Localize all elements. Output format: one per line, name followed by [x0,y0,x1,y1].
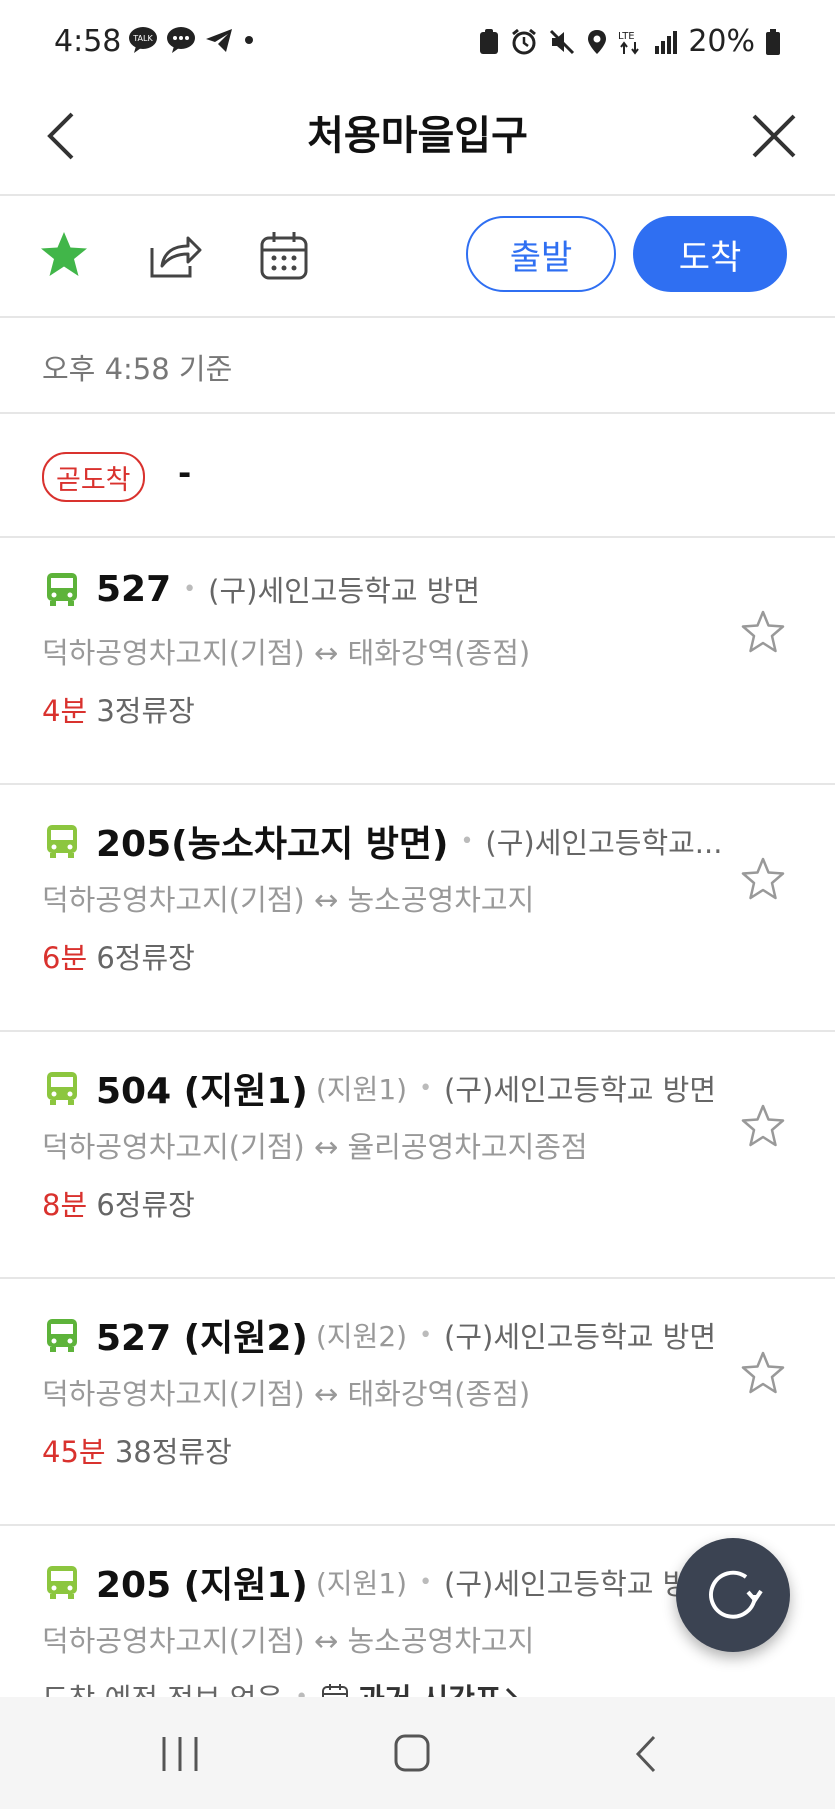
refresh-icon [709,1570,763,1619]
route-path: 덕하공영차고지(기점) ↔ 농소공영차고지 [42,883,535,917]
location-icon [588,29,607,54]
star-outline-icon[interactable] [738,1349,788,1399]
status-bar: 4:58 TALK LTE 20% [0,0,835,86]
route-eta: 6분 6정류장 [42,935,195,977]
route-path: 덕하공영차고지(기점) ↔ 율리공영차고지종점 [42,1130,588,1164]
route-number: 205(농소차고지 방면) [96,824,449,865]
eta-minutes: 4분 [42,694,88,728]
telegram-icon [206,29,232,52]
bus-icon [47,1319,77,1352]
kakaotalk-icon: TALK [129,27,157,53]
star-outline-icon[interactable] [738,608,788,658]
route-subtitle: (지원1) [315,1567,408,1600]
eta-stops: 38정류장 [114,1435,232,1469]
eta-minutes: 8분 [42,1188,88,1222]
basis-time-row: 오후 4:58 기준 [0,318,835,414]
route-number: 504 (지원1) [96,1071,308,1112]
eta-minutes: 45분 [42,1435,106,1469]
route-direction: (구)세인고등학교... [485,826,723,860]
more-notifications-icon [245,36,253,44]
soon-arriving-value: - [178,454,192,492]
separator-dot: • [183,576,197,602]
bus-icon [47,1072,77,1105]
status-time: 4:58 [54,24,122,59]
notification-icons: TALK [128,26,256,54]
route-eta: 45분 38정류장 [42,1429,232,1471]
route-item[interactable]: 504 (지원1) (지원1) • (구)세인고등학교 방면 덕하공영차고지(기… [0,1030,835,1278]
route-header: 527 • (구)세인고등학교 방면 [44,568,480,610]
soon-arriving-badge: 곧도착 [42,452,145,502]
basis-time: 오후 4:58 기준 [42,352,233,386]
route-item[interactable]: 527 (지원2) (지원2) • (구)세인고등학교 방면 덕하공영차고지(기… [0,1277,835,1525]
route-subtitle: (지원2) [315,1320,408,1353]
alarm-icon [512,28,537,54]
home-icon[interactable] [382,1729,442,1779]
system-nav-bar [0,1697,835,1809]
route-path: 덕하공영차고지(기점) ↔ 태화강역(종점) [42,636,531,670]
soon-arriving-row: 곧도착 - [0,414,835,538]
route-header: 504 (지원1) (지원1) • (구)세인고등학교 방면 [44,1062,716,1114]
recent-apps-icon[interactable] [150,1729,210,1779]
svg-text:LTE: LTE [618,31,635,42]
route-eta: 4분 3정류장 [42,688,195,730]
action-bar: 출발 도착 [0,196,835,318]
route-path: 덕하공영차고지(기점) ↔ 태화강역(종점) [42,1377,531,1411]
message-icon [167,27,195,53]
route-subtitle: (지원1) [315,1073,408,1106]
calendar-icon[interactable] [254,226,314,286]
page-title: 처용마을입구 [307,113,528,159]
svg-text:TALK: TALK [132,34,153,43]
route-number: 205 (지원1) [96,1565,308,1606]
star-outline-icon[interactable] [738,1102,788,1152]
route-item[interactable]: 527 • (구)세인고등학교 방면 덕하공영차고지(기점) ↔ 태화강역(종점… [0,536,835,784]
battery-icon [766,28,780,55]
route-path: 덕하공영차고지(기점) ↔ 농소공영차고지 [42,1624,535,1658]
bus-icon [47,1566,77,1599]
separator-dot: • [460,828,474,854]
mute-icon [550,29,575,54]
separator-dot: • [419,1569,433,1595]
separator-dot: • [419,1322,433,1348]
eta-minutes: 6분 [42,941,88,975]
eta-stops: 6정류장 [96,1188,195,1222]
clipboard-icon [480,28,499,54]
star-outline-icon[interactable] [738,855,788,905]
arrive-button[interactable]: 도착 [633,216,787,292]
status-right: LTE 20% [478,24,781,59]
route-header: 205(농소차고지 방면) • (구)세인고등학교... [44,815,722,867]
nav-back-icon[interactable] [618,1729,678,1779]
route-direction: (구)세인고등학교 방면 [444,1320,717,1354]
route-header: 205 (지원1) (지원1) • (구)세인고등학교 방면 [44,1556,716,1608]
route-number: 527 [96,568,172,610]
eta-stops: 3정류장 [96,694,195,728]
route-direction: (구)세인고등학교 방면 [208,574,481,608]
lte-icon: LTE [618,31,640,55]
signal-icon [655,30,678,54]
route-eta: 8분 6정류장 [42,1182,195,1224]
eta-stops: 6정류장 [96,941,195,975]
route-number: 527 (지원2) [96,1318,308,1359]
route-header: 527 (지원2) (지원2) • (구)세인고등학교 방면 [44,1309,716,1361]
depart-button[interactable]: 출발 [466,216,616,292]
bus-icon [47,825,77,858]
refresh-button[interactable] [676,1538,790,1652]
bus-icon [47,573,77,606]
separator-dot: • [419,1075,433,1101]
share-icon[interactable] [144,226,204,286]
route-item[interactable]: 205(농소차고지 방면) • (구)세인고등학교... 덕하공영차고지(기점)… [0,783,835,1031]
close-button[interactable] [744,106,804,166]
route-direction: (구)세인고등학교 방면 [444,1073,717,1107]
header: 처용마을입구 [0,86,835,196]
battery-percent: 20% [688,24,755,59]
favorite-star-icon[interactable] [34,226,94,286]
